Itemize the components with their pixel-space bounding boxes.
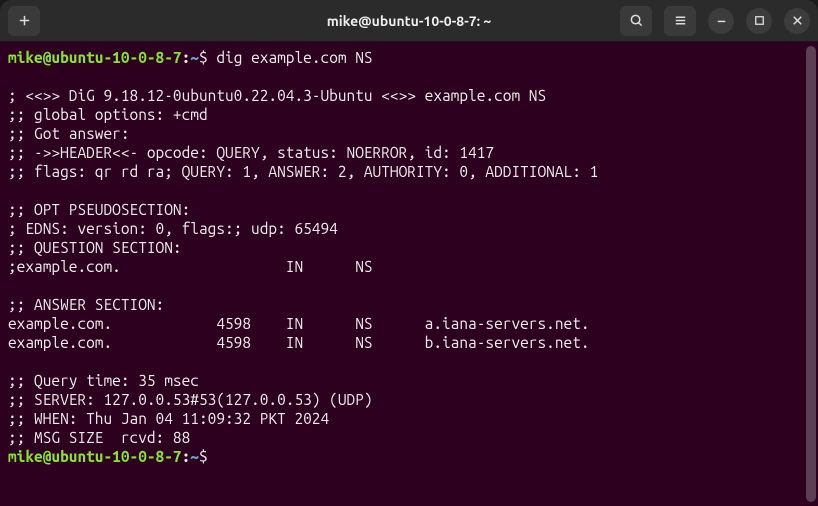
hamburger-icon (673, 13, 688, 28)
search-icon (629, 13, 644, 28)
prompt-dollar: $ (199, 448, 208, 465)
window-title: mike@ubuntu-10-0-8-7: ~ (327, 13, 492, 29)
search-button[interactable] (620, 6, 652, 36)
maximize-button[interactable] (746, 8, 772, 34)
terminal-area[interactable]: mike@ubuntu-10-0-8-7:~$ dig example.com … (0, 42, 818, 506)
prompt-user: mike@ubuntu-10-0-8-7 (8, 448, 182, 465)
command-output: ; <<>> DiG 9.18.12-0ubuntu0.22.04.3-Ubun… (8, 67, 810, 447)
menu-button[interactable] (664, 6, 696, 36)
prompt-dollar: $ (199, 49, 216, 66)
minimize-icon (714, 13, 729, 28)
new-tab-button[interactable] (8, 6, 40, 36)
close-button[interactable] (784, 8, 810, 34)
command-text: dig example.com NS (216, 49, 372, 66)
maximize-icon (752, 13, 767, 28)
titlebar: mike@ubuntu-10-0-8-7: ~ (0, 0, 818, 42)
prompt-path: ~ (190, 49, 199, 66)
prompt-user: mike@ubuntu-10-0-8-7 (8, 49, 182, 66)
minimize-button[interactable] (708, 8, 734, 34)
prompt-line-2: mike@ubuntu-10-0-8-7:~$ (8, 447, 810, 466)
prompt-colon: : (182, 49, 191, 66)
prompt-line-1: mike@ubuntu-10-0-8-7:~$ dig example.com … (8, 48, 810, 67)
prompt-colon: : (182, 448, 191, 465)
scrollbar[interactable] (806, 46, 816, 502)
prompt-path: ~ (190, 448, 199, 465)
close-icon (790, 13, 805, 28)
